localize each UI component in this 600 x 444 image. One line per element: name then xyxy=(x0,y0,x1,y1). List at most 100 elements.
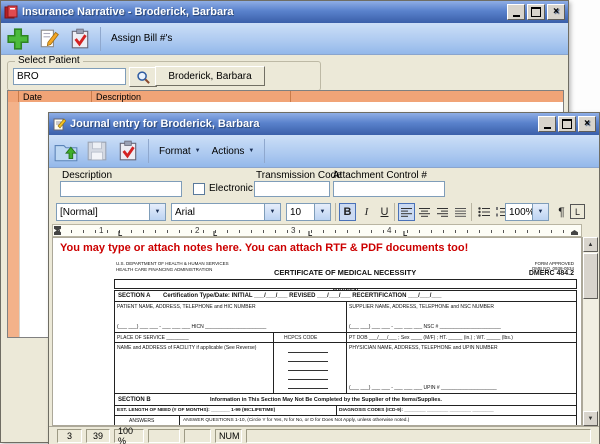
journal-editor-area[interactable]: You may type or attach notes here. You c… xyxy=(52,237,582,426)
status-panel-5 xyxy=(184,429,211,443)
plus-icon xyxy=(6,27,30,51)
minimize-button[interactable] xyxy=(538,116,556,132)
vertical-scrollbar[interactable]: ▲ ▼ xyxy=(582,237,598,426)
maximize-button[interactable] xyxy=(558,116,576,132)
transmission-code-input[interactable] xyxy=(254,181,330,197)
chevron-down-icon: ▼ xyxy=(270,209,276,215)
toolbar-separator xyxy=(100,27,101,51)
editor-hint-text: You may type or attach notes here. You c… xyxy=(60,242,468,254)
bold-button[interactable]: B xyxy=(339,203,356,221)
save-floppy-icon xyxy=(86,140,108,162)
transmission-code-label: Transmission Code xyxy=(256,170,342,181)
save-button[interactable] xyxy=(83,138,111,165)
show-paragraph-marks-button[interactable]: ¶ xyxy=(553,203,570,221)
physician-label: PHYSICIAN NAME, ADDRESS, TELEPHONE and U… xyxy=(349,345,498,351)
journal-toolbar: Format ▼ Actions▼ xyxy=(49,135,599,168)
align-left-button[interactable] xyxy=(398,203,415,221)
insurance-toolbar: Assign Bill #'s xyxy=(1,23,568,55)
form-agency-line1: U.S. DEPARTMENT OF HEALTH & HUMAN SERVIC… xyxy=(116,261,229,266)
select-patient-label: Select Patient xyxy=(15,56,83,66)
insurance-narrative-titlebar[interactable]: Insurance Narrative - Broderick, Barbara… xyxy=(1,1,568,23)
grid-column-empty xyxy=(291,91,563,102)
form-number: DMERC 484.2 xyxy=(529,270,574,278)
bullet-list-button[interactable] xyxy=(475,203,492,221)
insurance-app-icon xyxy=(4,5,18,19)
electronic-label: Electronic xyxy=(209,183,253,194)
ruler-number: 3 xyxy=(291,226,295,235)
edit-icon xyxy=(38,28,60,50)
electronic-checkbox[interactable] xyxy=(193,183,205,195)
journal-titlebar[interactable]: Journal entry for Broderick, Barbara × xyxy=(49,113,599,135)
tab-stop-selector-button[interactable]: L xyxy=(570,204,585,219)
folder-up-arrow-icon xyxy=(53,139,79,163)
format-menu-button[interactable]: Format ▼ xyxy=(155,146,205,157)
post-journal-button[interactable] xyxy=(114,138,142,165)
attachment-control-input[interactable] xyxy=(333,181,445,197)
place-of-service-label: PLACE OF SERVICE ________ xyxy=(117,335,189,341)
status-panel-7 xyxy=(246,429,591,443)
grid-row-gutter xyxy=(8,102,20,337)
maximize-button[interactable] xyxy=(527,4,545,20)
bullet-list-icon xyxy=(478,207,490,217)
journal-app-icon xyxy=(52,117,66,131)
edit-narrative-button[interactable] xyxy=(35,25,63,52)
scroll-down-button[interactable]: ▼ xyxy=(583,411,598,426)
status-panel-2: 39 xyxy=(86,429,110,443)
grid-column-date[interactable]: Date xyxy=(19,91,92,102)
font-family-combo[interactable]: Arial▼ xyxy=(171,203,281,221)
align-justify-button[interactable] xyxy=(452,203,469,221)
patient-label: PATIENT NAME, ADDRESS, TELEPHONE and HIC… xyxy=(117,304,256,310)
grid-column-description[interactable]: Description xyxy=(92,91,291,102)
italic-button[interactable]: I xyxy=(358,203,375,221)
actions-menu-button[interactable]: Actions▼ xyxy=(208,146,259,157)
align-justify-icon xyxy=(455,208,466,217)
patient-hicn-line: (___ ___) ___ ___ - ___ ___ ___ HICN ___… xyxy=(117,324,266,330)
patient-search-input[interactable] xyxy=(13,68,126,85)
hcpcs-cell: HCPCS CODE xyxy=(273,333,346,342)
close-button[interactable]: × xyxy=(578,116,596,132)
patient-search-button[interactable] xyxy=(129,67,157,87)
status-zoom-panel: 100 % xyxy=(114,429,144,443)
ruler-number: 4 xyxy=(387,226,391,235)
minimize-button[interactable] xyxy=(507,4,525,20)
underline-button[interactable]: U xyxy=(376,203,393,221)
chevron-down-icon: ▼ xyxy=(195,148,201,154)
est-length-line: EST. LENGTH OF NEED (# OF MONTHS): _____… xyxy=(117,408,275,414)
hcpcs-label: HCPCS CODE xyxy=(284,335,317,341)
journal-window-title: Journal entry for Broderick, Barbara xyxy=(70,118,260,130)
assign-bill-button[interactable]: Assign Bill #'s xyxy=(107,33,176,44)
toolbar-separator xyxy=(264,139,265,163)
selected-patient-button[interactable]: Broderick, Barbara xyxy=(155,66,265,86)
actions-menu-label: Actions xyxy=(212,146,245,157)
hcpcs-lines-cell xyxy=(273,343,346,393)
form-title: CERTIFICATE OF MEDICAL NECESSITY xyxy=(274,268,416,277)
insurance-window-title: Insurance Narrative - Broderick, Barbara xyxy=(22,6,234,18)
scrollbar-thumb[interactable] xyxy=(583,253,598,299)
clipboard-check-icon xyxy=(117,140,139,162)
add-narrative-button[interactable] xyxy=(4,25,32,52)
attachment-control-label: Attachment Control # xyxy=(333,170,427,181)
font-size-combo[interactable]: 10▼ xyxy=(286,203,331,221)
align-center-button[interactable] xyxy=(416,203,433,221)
format-menu-label: Format xyxy=(159,146,191,157)
diagnosis-line: DIAGNOSIS CODES (ICD-9): ________ ______… xyxy=(339,408,494,414)
check-narrative-button[interactable] xyxy=(66,25,94,52)
paragraph-style-combo[interactable]: [Normal]▼ xyxy=(56,203,166,221)
section-b-label: SECTION B xyxy=(118,397,151,404)
close-button[interactable]: × xyxy=(547,4,565,20)
physician-cell: PHYSICIAN NAME, ADDRESS, TELEPHONE and U… xyxy=(346,343,576,393)
form-category-row: OXYGEN xyxy=(114,279,577,289)
description-input[interactable] xyxy=(60,181,182,197)
arrow-up-icon: ▲ xyxy=(588,242,594,248)
status-num-lock-panel: NUM xyxy=(215,429,242,443)
scroll-up-button[interactable]: ▲ xyxy=(583,237,598,252)
form-patient-supplier-row: PATIENT NAME, ADDRESS, TELEPHONE and HIC… xyxy=(114,301,577,333)
zoom-combo[interactable]: 100%▼ xyxy=(505,203,549,221)
screen: Insurance Narrative - Broderick, Barbara… xyxy=(0,0,600,444)
diagnosis-cell: DIAGNOSIS CODES (ICD-9): ________ ______… xyxy=(336,406,576,415)
attach-file-button[interactable] xyxy=(52,138,80,165)
form-agency-line2: HEALTH CARE FINANCING ADMINISTRATION xyxy=(116,267,212,272)
facility-label: NAME and ADDRESS of FACILITY if applicab… xyxy=(117,345,267,351)
grid-row-selector-header[interactable] xyxy=(8,91,19,102)
align-right-button[interactable] xyxy=(434,203,451,221)
